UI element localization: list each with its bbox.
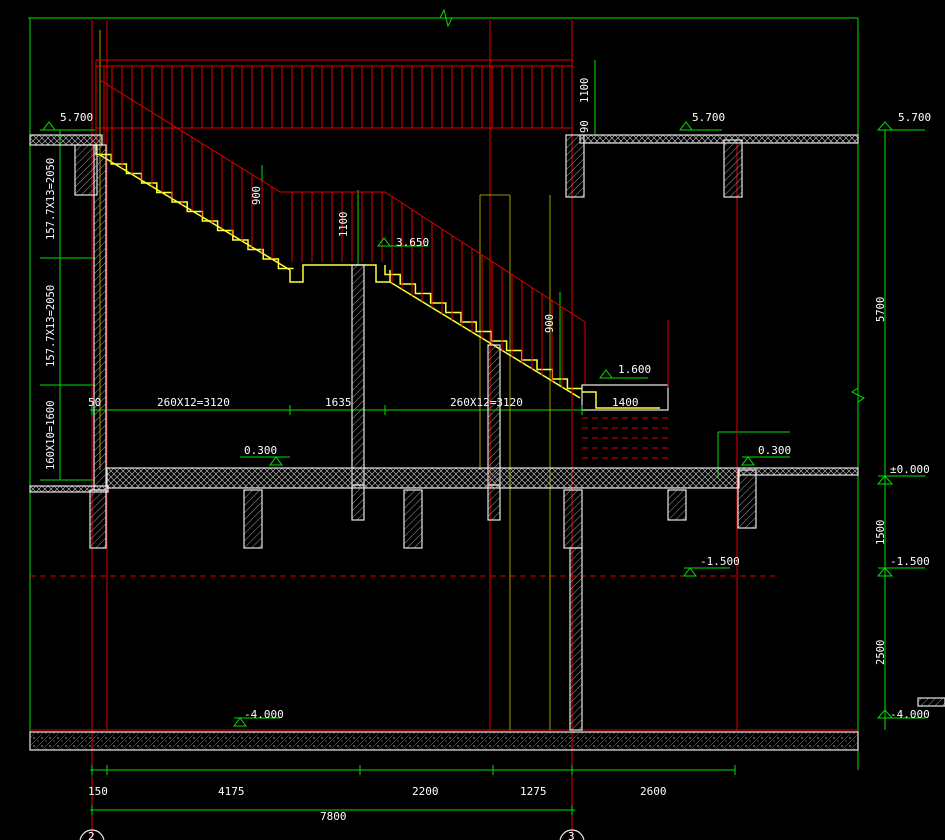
- axis-bubble-3: 3: [568, 830, 575, 840]
- bdim-1: 150: [88, 785, 108, 798]
- vdim-left-1: 157.7X13=2050: [45, 158, 57, 240]
- rail-height-5: 90: [579, 120, 591, 133]
- vdim-right-1: 5700: [875, 297, 887, 322]
- level-bottom-right: -4.000: [890, 708, 930, 721]
- upper-balusters: [111, 66, 563, 128]
- level-top-left: 5.700: [60, 111, 93, 124]
- bdim-4: 1275: [520, 785, 547, 798]
- level-floor-right: 0.300: [758, 444, 791, 457]
- bdim-total: 7800: [320, 810, 347, 823]
- level-landing-low: 1.600: [618, 363, 651, 376]
- vdim-right-2: 1500: [875, 520, 887, 545]
- level-landing-mid: 3.650: [396, 236, 429, 249]
- level-bottom-mid: -4.000: [244, 708, 284, 721]
- rail-height-1: 1100: [579, 78, 591, 103]
- rail-height-2: 900: [251, 186, 263, 205]
- vdim-left-3: 160X10=1600: [45, 400, 57, 470]
- mid-landing: [289, 264, 391, 283]
- axis-bubbles: 2 3: [79, 829, 585, 840]
- structure: [29, 134, 945, 751]
- level-basement-right: -1.500: [890, 555, 930, 568]
- level-basement-mid: -1.500: [700, 555, 740, 568]
- level-top-right: 5.700: [898, 111, 931, 124]
- rail-height-4: 900: [544, 314, 556, 333]
- mid-landing-balusters: [291, 192, 383, 262]
- construction-lines: [99, 30, 551, 730]
- bdim-5: 2600: [640, 785, 667, 798]
- hdim-5: 1400: [612, 396, 639, 409]
- stair-flight-upper: [95, 145, 294, 271]
- rail-height-3: 1100: [338, 212, 350, 237]
- bdim-3: 2200: [412, 785, 439, 798]
- landing-1600: [581, 320, 669, 459]
- vdim-left-2: 157.7X13=2050: [45, 285, 57, 367]
- stair-section-drawing: 5.700 5.700 5.700 3.650 1.600 0.300 0.30…: [28, 8, 945, 840]
- hdim-3: 1635: [325, 396, 352, 409]
- hdim-4: 260X12=3120: [450, 396, 523, 409]
- axis-bubble-2: 2: [88, 830, 95, 840]
- level-floor-left: 0.300: [244, 444, 277, 457]
- dim-ticks: [91, 405, 736, 815]
- level-zero: ±0.000: [890, 463, 930, 476]
- level-markers: [42, 121, 925, 727]
- bdim-2: 4175: [218, 785, 245, 798]
- hdim-2: 260X12=3120: [157, 396, 230, 409]
- vdim-right-3: 2500: [875, 640, 887, 665]
- vertical-dims: 157.7X13=2050 157.7X13=2050 160X10=1600 …: [45, 78, 887, 665]
- upper-railing: [95, 59, 573, 155]
- level-top-mid: 5.700: [692, 111, 725, 124]
- hdim-1: 50: [88, 396, 101, 409]
